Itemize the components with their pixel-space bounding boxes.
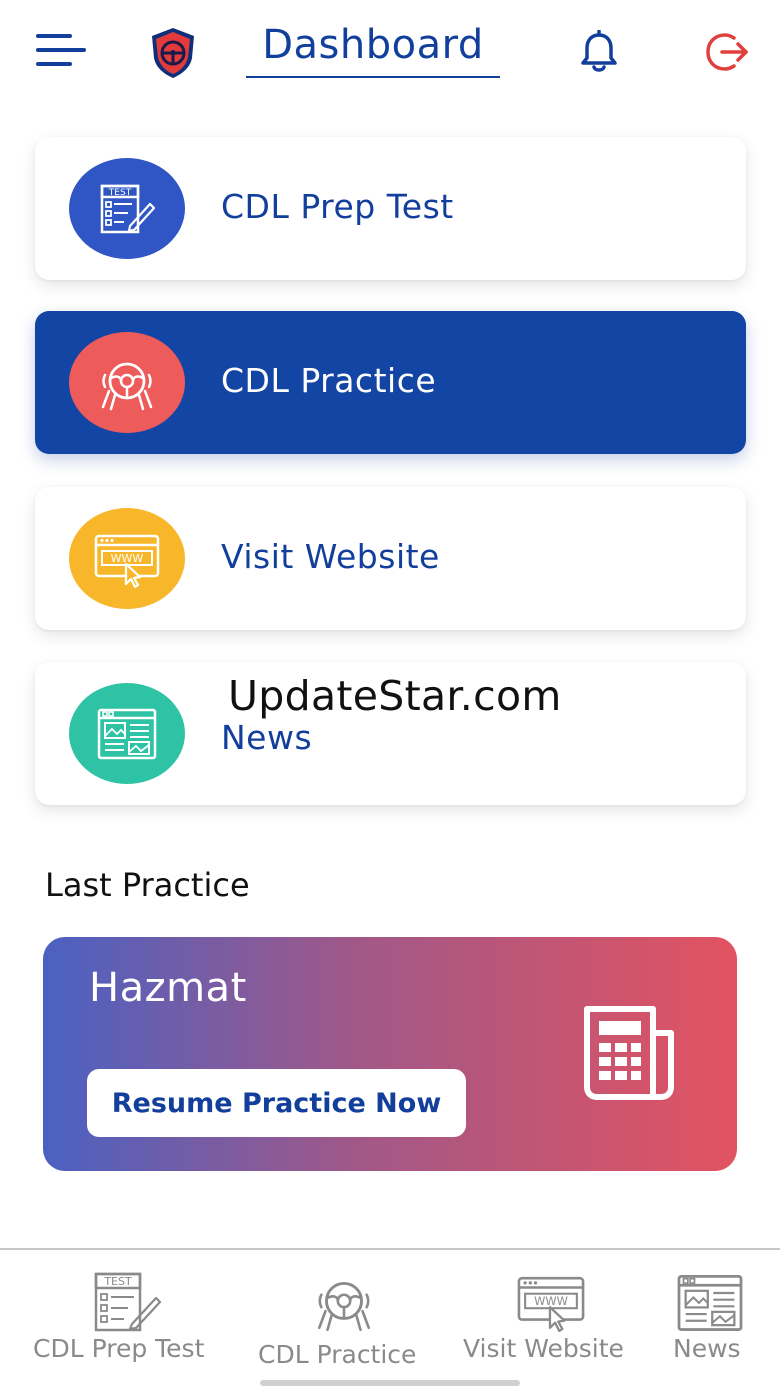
watermark-text: UpdateStar.com [228,672,562,720]
bottom-nav-label: News [673,1334,741,1363]
svg-text:WWW: WWW [534,1294,568,1308]
logout-icon[interactable] [704,30,752,74]
www-browser-icon: WWW [94,534,160,588]
bottom-nav-label: CDL Prep Test [33,1334,205,1363]
newspaper-icon [584,1006,674,1100]
menu-card-label: News [221,718,313,757]
bottom-nav-label: CDL Practice [258,1340,417,1369]
bottom-nav-cdl-practice[interactable]: CDL Practice [255,1250,435,1387]
menu-icon-circle: WWW [69,508,185,609]
bottom-nav-label: Visit Website [463,1334,624,1363]
home-indicator[interactable] [260,1380,520,1386]
menu-card-cdl-prep-test[interactable]: TEST CDL Prep Test [35,137,746,280]
title-underline: Dashboard [246,18,500,78]
shield-steering-logo-icon [152,28,194,78]
menu-card-label: Visit Website [221,537,440,576]
news-layout-icon [677,1275,743,1331]
steering-wheel-icon [101,362,153,410]
svg-text:TEST: TEST [103,1275,132,1288]
news-layout-icon [97,708,157,759]
bottom-nav-cdl-prep-test[interactable]: TEST CDL Prep Test [30,1250,230,1387]
svg-text:WWW: WWW [111,552,144,565]
section-title-last-practice: Last Practice [45,866,250,904]
steering-wheel-icon [317,1281,371,1332]
resume-practice-button[interactable]: Resume Practice Now [87,1069,466,1137]
bottom-nav-news[interactable]: News [668,1250,752,1387]
menu-card-label: CDL Practice [221,361,437,400]
menu-icon-circle: TEST [69,158,185,259]
hamburger-menu-icon[interactable] [34,30,90,74]
bottom-nav-visit-website[interactable]: WWW Visit Website [460,1250,645,1387]
menu-icon-circle [69,332,185,433]
page-title: Dashboard [262,22,484,68]
menu-card-visit-website[interactable]: WWW Visit Website [35,487,746,630]
menu-icon-circle [69,683,185,784]
practice-name: Hazmat [89,965,247,1011]
test-sheet-icon: TEST [100,184,156,233]
bottom-navigation: TEST CDL Prep Test CDL Practice WWW Visi… [0,1248,780,1387]
bell-icon[interactable] [578,30,620,74]
last-practice-card: Hazmat Resume Practice Now [43,937,737,1171]
test-sheet-icon: TEST [94,1272,162,1332]
menu-card-cdl-practice[interactable]: CDL Practice [35,311,746,454]
svg-text:TEST: TEST [108,188,132,198]
menu-card-label: CDL Prep Test [221,187,454,226]
app-header: Dashboard [0,0,780,110]
www-browser-icon: WWW [517,1276,585,1332]
